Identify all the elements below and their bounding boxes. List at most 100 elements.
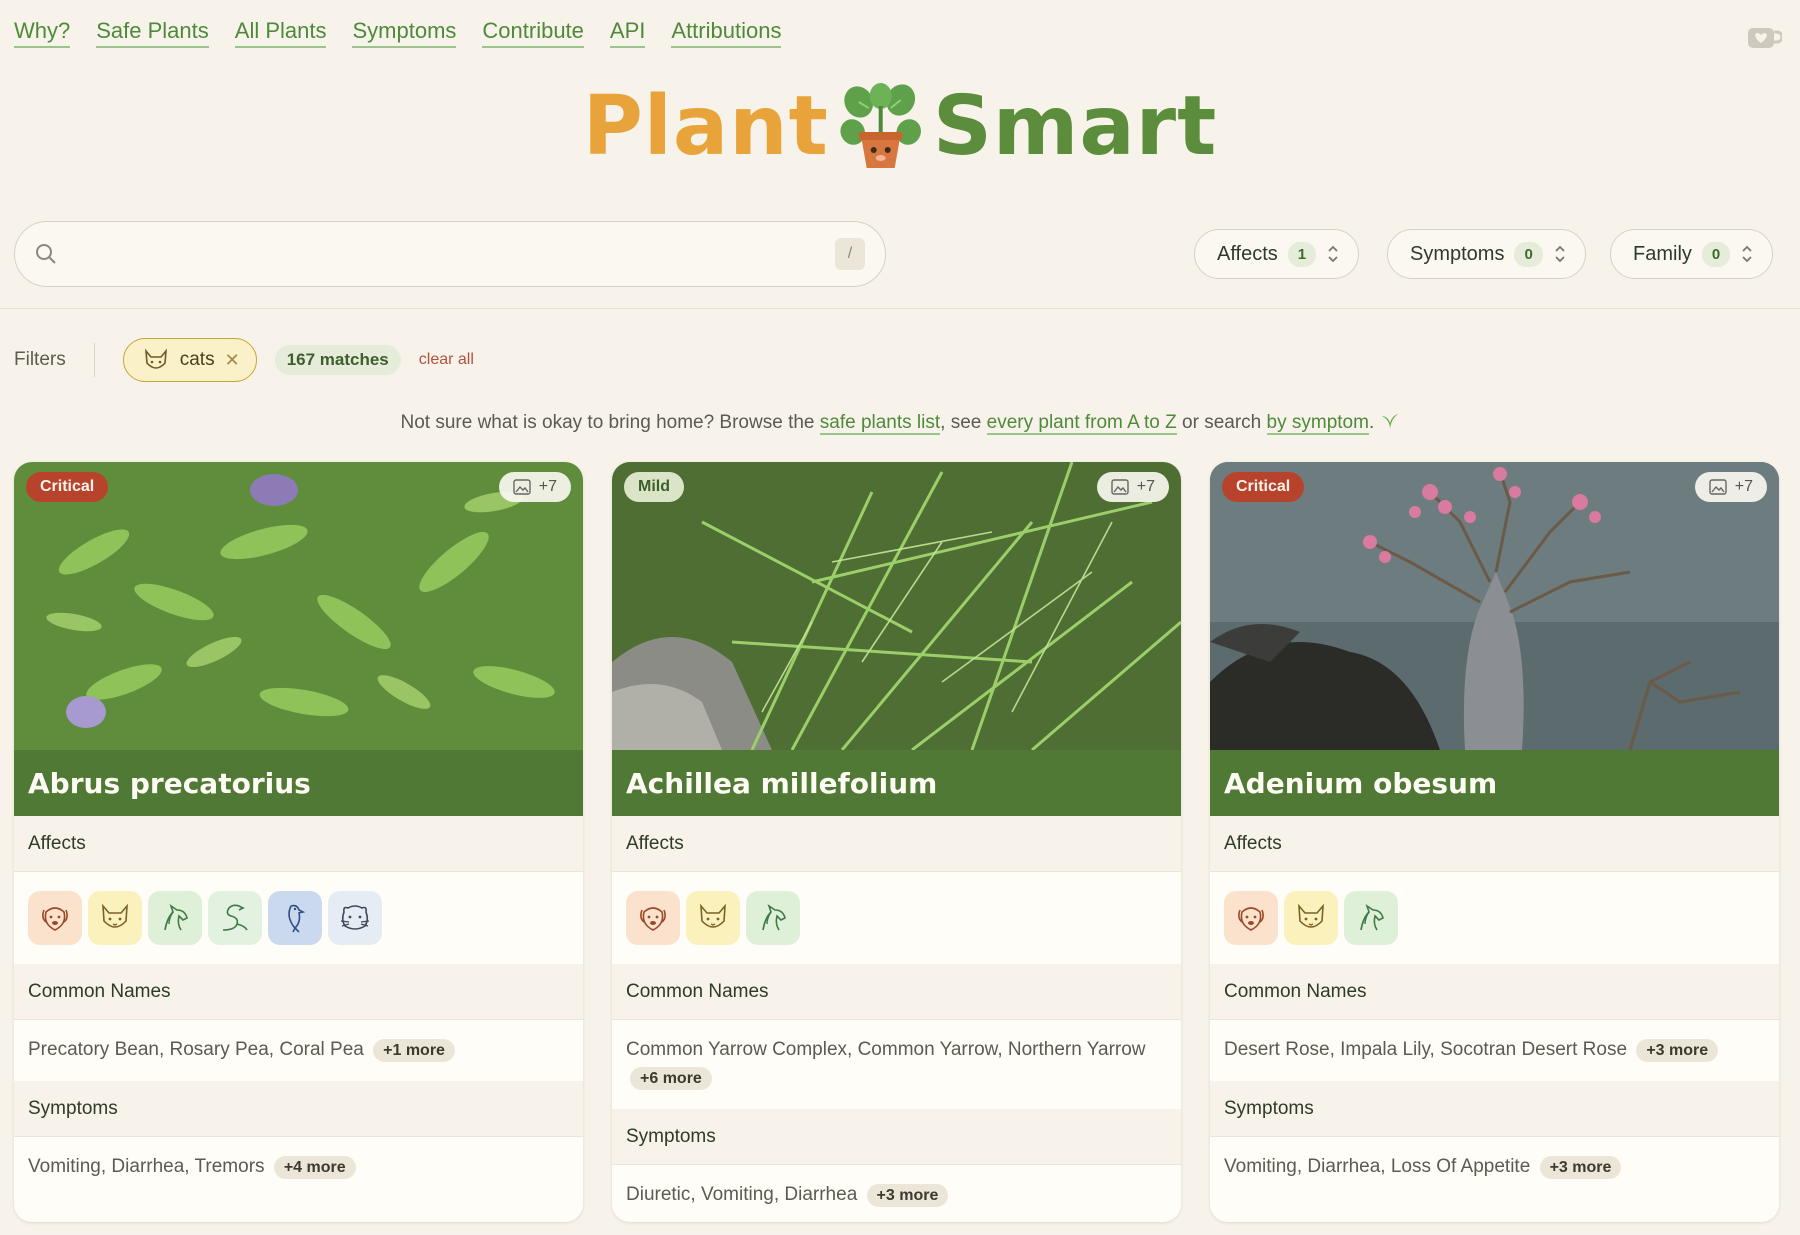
by-symptom-link[interactable]: by symptom	[1266, 412, 1369, 435]
clear-all-link[interactable]: clear all	[419, 351, 474, 369]
plant-card[interactable]: Mild +7 Achillea millefolium Affects Com…	[612, 462, 1181, 1222]
symptoms-list: Diuretic, Vomiting, Diarrhea	[626, 1184, 858, 1205]
symptoms-heading: Symptoms	[14, 1081, 583, 1137]
affects-dropdown[interactable]: Affects 1	[1194, 229, 1360, 279]
photo-count-badge[interactable]: +7	[1096, 472, 1169, 502]
logo-text-smart: Smart	[932, 79, 1218, 174]
small-mammal-icon	[328, 891, 382, 945]
image-icon	[1709, 479, 1727, 495]
plant-card[interactable]: Critical +7 Abrus precatorius Affects Co…	[14, 462, 583, 1222]
affects-dropdown-label: Affects	[1217, 242, 1278, 265]
severity-badge: Critical	[26, 472, 109, 502]
reptile-icon	[208, 891, 262, 945]
more-names-badge[interactable]: +6 more	[630, 1067, 712, 1090]
remove-filter-icon[interactable]: ✕	[225, 350, 240, 371]
filter-chip-label: cats	[179, 349, 215, 370]
nav-api[interactable]: API	[609, 18, 646, 48]
symptoms: Vomiting, Diarrhea, Loss Of Appetite +3 …	[1210, 1137, 1779, 1198]
a-to-z-link[interactable]: every plant from A to Z	[986, 412, 1177, 435]
symptoms-dropdown-label: Symptoms	[1410, 242, 1505, 265]
common-names: Desert Rose, Impala Lily, Socotran Deser…	[1210, 1020, 1779, 1081]
nav-why[interactable]: Why?	[14, 18, 71, 48]
matches-count: 167 matches	[274, 345, 401, 375]
affects-heading: Affects	[1210, 816, 1779, 872]
affects-heading: Affects	[612, 816, 1181, 872]
photo-count: +7	[1734, 478, 1753, 495]
affected-animals	[1210, 872, 1779, 964]
family-count-badge: 0	[1701, 241, 1731, 267]
symptoms-heading: Symptoms	[612, 1109, 1181, 1165]
plant-name[interactable]: Abrus precatorius	[14, 750, 583, 816]
common-names: Common Yarrow Complex, Common Yarrow, No…	[612, 1020, 1181, 1109]
symptoms-dropdown[interactable]: Symptoms 0	[1387, 229, 1586, 279]
more-symptoms-badge[interactable]: +3 more	[866, 1184, 949, 1207]
nav-attributions[interactable]: Attributions	[671, 18, 782, 48]
common-names-list: Desert Rose, Impala Lily, Socotran Deser…	[1224, 1039, 1628, 1060]
more-symptoms-badge[interactable]: +3 more	[1539, 1156, 1622, 1179]
filters-label: Filters	[14, 349, 66, 370]
horse-icon	[148, 891, 202, 945]
symptoms-list: Vomiting, Diarrhea, Tremors	[28, 1156, 265, 1177]
hint-text: Not sure what is okay to bring home? Bro…	[400, 412, 820, 433]
header: Why? Safe Plants All Plants Symptoms Con…	[0, 0, 1800, 300]
header-divider	[0, 308, 1800, 309]
search-bar[interactable]: /	[14, 221, 886, 287]
affects-count-badge: 1	[1287, 241, 1317, 267]
family-dropdown[interactable]: Family 0	[1610, 229, 1774, 279]
search-input[interactable]	[69, 241, 835, 267]
nav-symptoms[interactable]: Symptoms	[352, 18, 457, 48]
top-nav: Why? Safe Plants All Plants Symptoms Con…	[14, 18, 782, 48]
plant-name[interactable]: Adenium obesum	[1210, 750, 1779, 816]
safe-plants-list-link[interactable]: safe plants list	[819, 412, 941, 435]
affected-animals	[612, 872, 1181, 964]
dog-icon	[626, 891, 680, 945]
more-symptoms-badge[interactable]: +4 more	[273, 1156, 356, 1179]
search-shortcut-key: /	[835, 238, 865, 270]
photo-count-badge[interactable]: +7	[498, 472, 571, 502]
common-names-list: Precatory Bean, Rosary Pea, Coral Pea	[28, 1039, 364, 1060]
browse-hint: Not sure what is okay to bring home? Bro…	[0, 412, 1800, 435]
symptoms-count-badge: 0	[1514, 241, 1543, 267]
horse-icon	[1344, 891, 1398, 945]
cat-icon	[88, 891, 142, 945]
filters-bar: Filters cats ✕ 167 matches clear all	[14, 338, 474, 382]
image-icon	[1111, 479, 1129, 495]
filters-separator	[93, 343, 95, 377]
more-names-badge[interactable]: +1 more	[373, 1039, 455, 1062]
dog-icon	[28, 891, 82, 945]
plant-photo[interactable]: Mild +7	[612, 462, 1181, 750]
chevron-updown-icon	[1555, 245, 1565, 263]
photo-count: +7	[538, 478, 557, 495]
filter-chip-cats[interactable]: cats ✕	[122, 338, 257, 382]
plant-name[interactable]: Achillea millefolium	[612, 750, 1181, 816]
affected-animals	[14, 872, 583, 964]
site-logo[interactable]: Plant Smart	[583, 82, 1218, 172]
cat-icon	[686, 891, 740, 945]
plant-card[interactable]: Critical +7 Adenium obesum Affects Commo…	[1210, 462, 1779, 1222]
more-names-badge[interactable]: +3 more	[1636, 1039, 1719, 1062]
common-names-heading: Common Names	[1210, 964, 1779, 1020]
hint-text: or search	[1176, 412, 1267, 433]
affects-heading: Affects	[14, 816, 583, 872]
symptoms-list: Vomiting, Diarrhea, Loss Of Appetite	[1224, 1156, 1531, 1177]
nav-safe-plants[interactable]: Safe Plants	[96, 18, 209, 48]
photo-count: +7	[1136, 478, 1155, 495]
nav-all-plants[interactable]: All Plants	[234, 18, 327, 48]
nav-contribute[interactable]: Contribute	[482, 18, 584, 48]
photo-count-badge[interactable]: +7	[1694, 472, 1767, 502]
family-dropdown-label: Family	[1633, 242, 1692, 265]
cat-icon	[1284, 891, 1338, 945]
common-names-list: Common Yarrow Complex, Common Yarrow, No…	[626, 1039, 1146, 1060]
plant-photo[interactable]: Critical +7	[1210, 462, 1779, 750]
cat-icon	[144, 348, 167, 369]
severity-badge: Critical	[1222, 472, 1305, 502]
bird-icon	[268, 891, 322, 945]
support-heart-icon[interactable]	[1746, 24, 1782, 52]
search-icon	[36, 244, 56, 264]
horse-icon	[746, 891, 800, 945]
herb-icon	[1381, 414, 1398, 429]
potted-plant-icon	[840, 83, 922, 168]
plant-photo[interactable]: Critical +7	[14, 462, 583, 750]
image-icon	[513, 479, 531, 495]
hint-text: , see	[940, 412, 987, 433]
